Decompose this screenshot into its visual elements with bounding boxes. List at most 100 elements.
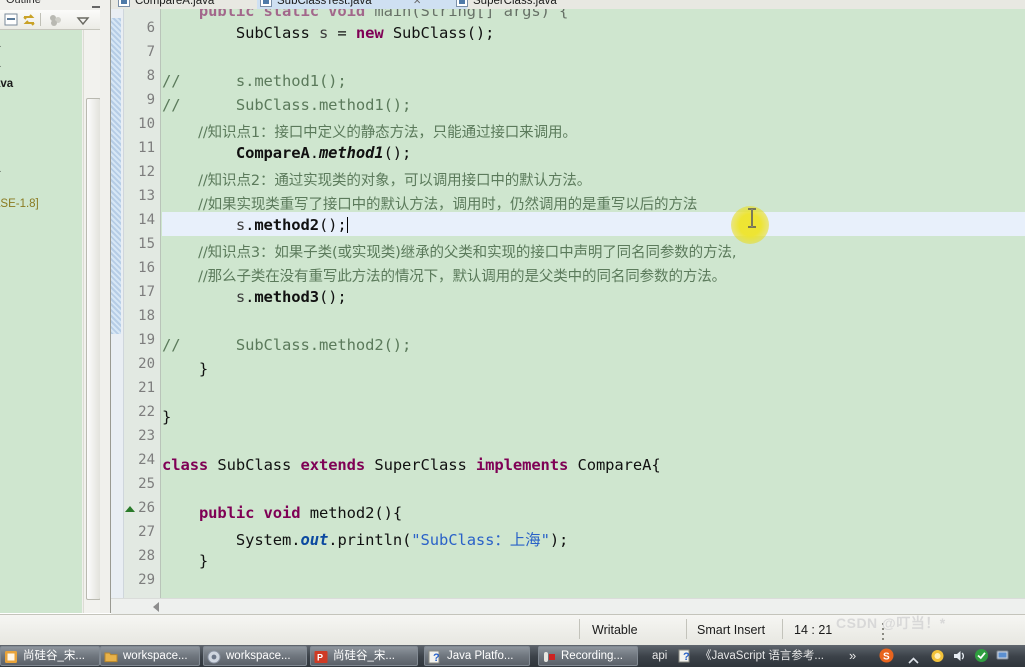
- code-line-26[interactable]: public void method2(){: [162, 504, 402, 522]
- editor-tab-bar: CompareA.java SubClassTest.java ✕ SuperC…: [111, 0, 1025, 9]
- windows-taskbar: 尚硅谷_宋... workspace... workspace... P 尚硅谷…: [0, 645, 1025, 667]
- taskbar-button-java-platform[interactable]: ? Java Platfo...: [424, 646, 530, 666]
- sort-icon[interactable]: [22, 13, 37, 27]
- code-line-13[interactable]: //如果实现类重写了接口中的默认方法，调用时，仍然调用的是重写以后的方法: [162, 193, 697, 214]
- status-writable: Writable: [592, 623, 638, 637]
- taskbar-button-ppt2[interactable]: P 尚硅谷_宋...: [310, 646, 418, 666]
- code-line-8[interactable]: // s.method1();: [162, 72, 347, 90]
- code-line-24[interactable]: class SubClass extends SuperClass implem…: [162, 456, 661, 474]
- code-line-11[interactable]: CompareA.method1();: [162, 144, 412, 162]
- fold-collapse-icon[interactable]: [125, 506, 135, 512]
- eclipse-ide-window: Outline a a ava a aSE-1.8]: [0, 0, 1025, 667]
- eclipse-icon: [207, 650, 221, 664]
- panel-edge: [100, 0, 110, 613]
- editor-area: CompareA.java SubClassTest.java ✕ SuperC…: [111, 0, 1025, 613]
- taskbar-label: 尚硅谷_宋...: [23, 650, 85, 662]
- line-number: 11: [138, 140, 155, 156]
- ppt-icon: [4, 650, 18, 664]
- status-insert-mode: Smart Insert: [697, 623, 766, 637]
- editor-horizontal-scrollbar[interactable]: [111, 598, 1025, 614]
- code-canvas[interactable]: public static void main(String[] args) {…: [162, 9, 1025, 613]
- taskbar-button-recording[interactable]: Recording...: [538, 646, 638, 666]
- code-line-12[interactable]: //知识点2：通过实现类的对象，可以调用接口中的默认方法。: [162, 169, 591, 190]
- status-resize-grip[interactable]: [882, 623, 884, 643]
- tab-label: CompareA.java: [135, 0, 215, 7]
- tab-subclasstest-java[interactable]: SubClassTest.java ✕: [257, 0, 467, 9]
- code-line-6[interactable]: SubClass s = new SubClass();: [162, 24, 495, 42]
- collapse-all-icon[interactable]: [4, 13, 19, 27]
- line-number: 27: [138, 524, 155, 540]
- svg-text:P: P: [317, 653, 323, 663]
- code-line-5[interactable]: public static void main(String[] args) {: [162, 9, 568, 20]
- taskbar-label: workspace...: [226, 650, 291, 662]
- line-number-ruler: 6 7 8 9 10 11 12 13 14 15 16 17 18 19 20…: [124, 9, 175, 613]
- code-line-28[interactable]: }: [162, 552, 208, 570]
- package-explorer-tree[interactable]: a a ava a aSE-1.8]: [0, 30, 82, 613]
- filter-icon[interactable]: [48, 13, 63, 27]
- scroll-left-icon[interactable]: [153, 602, 159, 612]
- status-divider: [579, 619, 580, 639]
- line-number: 13: [138, 188, 155, 204]
- notification-icon[interactable]: [930, 648, 945, 667]
- line-number: 6: [146, 20, 155, 36]
- chevron-up-icon[interactable]: [908, 652, 919, 667]
- code-line-22[interactable]: }: [162, 408, 171, 426]
- taskbar-button-ppt1[interactable]: 尚硅谷_宋...: [0, 646, 100, 666]
- line-number: 28: [138, 548, 155, 564]
- code-line-14[interactable]: s.method2();: [162, 216, 348, 234]
- java-file-icon: [260, 0, 272, 7]
- code-line-20[interactable]: }: [162, 360, 208, 378]
- code-line-16[interactable]: //那么子类在没有重写此方法的情况下，默认调用的是父类中的同名同参数的方法。: [162, 265, 726, 286]
- java-file-icon: [456, 0, 468, 7]
- tab-superclass-java[interactable]: SuperClass.java: [453, 0, 623, 9]
- scrollbar-thumb[interactable]: [86, 98, 101, 600]
- line-number: 22: [138, 404, 155, 420]
- line-number: 8: [146, 68, 155, 84]
- taskbar-overflow-icon[interactable]: »: [849, 646, 856, 666]
- line-number: 24: [138, 452, 155, 468]
- tree-item-jre[interactable]: aSE-1.8]: [0, 198, 39, 210]
- close-icon[interactable]: ✕: [413, 0, 421, 9]
- tab-label: SuperClass.java: [473, 0, 557, 7]
- line-number: 12: [138, 164, 155, 180]
- code-line-19[interactable]: // SubClass.method2();: [162, 336, 411, 354]
- line-number: 29: [138, 572, 155, 588]
- folder-icon: [104, 650, 118, 664]
- update-icon[interactable]: [974, 648, 989, 667]
- powerpoint-icon: P: [314, 650, 328, 664]
- line-number: 21: [138, 380, 155, 396]
- status-divider: [686, 619, 687, 639]
- tab-label: SubClassTest.java: [277, 0, 372, 7]
- network-icon[interactable]: [996, 648, 1011, 667]
- java-file-icon: [118, 0, 130, 7]
- line-number: 14: [138, 212, 155, 228]
- code-line-17[interactable]: s.method3();: [162, 288, 347, 306]
- taskbar-item-javascript-ref[interactable]: 《JavaScript 语言参考...: [700, 646, 824, 666]
- taskbar-label: 尚硅谷_宋...: [333, 650, 395, 662]
- left-panel-scrollbar[interactable]: [83, 30, 101, 613]
- line-number: 23: [138, 428, 155, 444]
- view-menu-icon[interactable]: [76, 13, 91, 27]
- line-number: 19: [138, 332, 155, 348]
- record-icon: [542, 650, 556, 664]
- svg-text:?: ?: [683, 651, 690, 663]
- line-number: 18: [138, 308, 155, 324]
- tab-compareA-java[interactable]: CompareA.java: [115, 0, 271, 9]
- sogou-s-icon[interactable]: S: [879, 648, 894, 667]
- svg-text:?: ?: [433, 652, 440, 664]
- volume-icon[interactable]: [952, 648, 967, 667]
- taskbar-label: Java Platfo...: [447, 650, 514, 662]
- status-cursor-position: 14 : 21: [794, 623, 833, 637]
- line-number: 17: [138, 284, 155, 300]
- code-line-10[interactable]: //知识点1：接口中定义的静态方法，只能通过接口来调用。: [162, 121, 577, 142]
- code-line-15[interactable]: //知识点3：如果子类(或实现类)继承的父类和实现的接口中声明了同名同参数的方法…: [162, 241, 736, 262]
- taskbar-button-workspace1[interactable]: workspace...: [100, 646, 200, 666]
- code-line-27[interactable]: System.out.println("SubClass：上海");: [162, 528, 569, 550]
- code-line-9[interactable]: // SubClass.method1();: [162, 96, 411, 114]
- svg-text:S: S: [883, 652, 890, 663]
- taskbar-button-workspace2[interactable]: workspace...: [203, 646, 307, 666]
- taskbar-item-api[interactable]: api: [652, 646, 667, 666]
- editor-gutter[interactable]: [111, 9, 124, 613]
- tree-item[interactable]: ava: [0, 78, 13, 90]
- line-number: 10: [138, 116, 155, 132]
